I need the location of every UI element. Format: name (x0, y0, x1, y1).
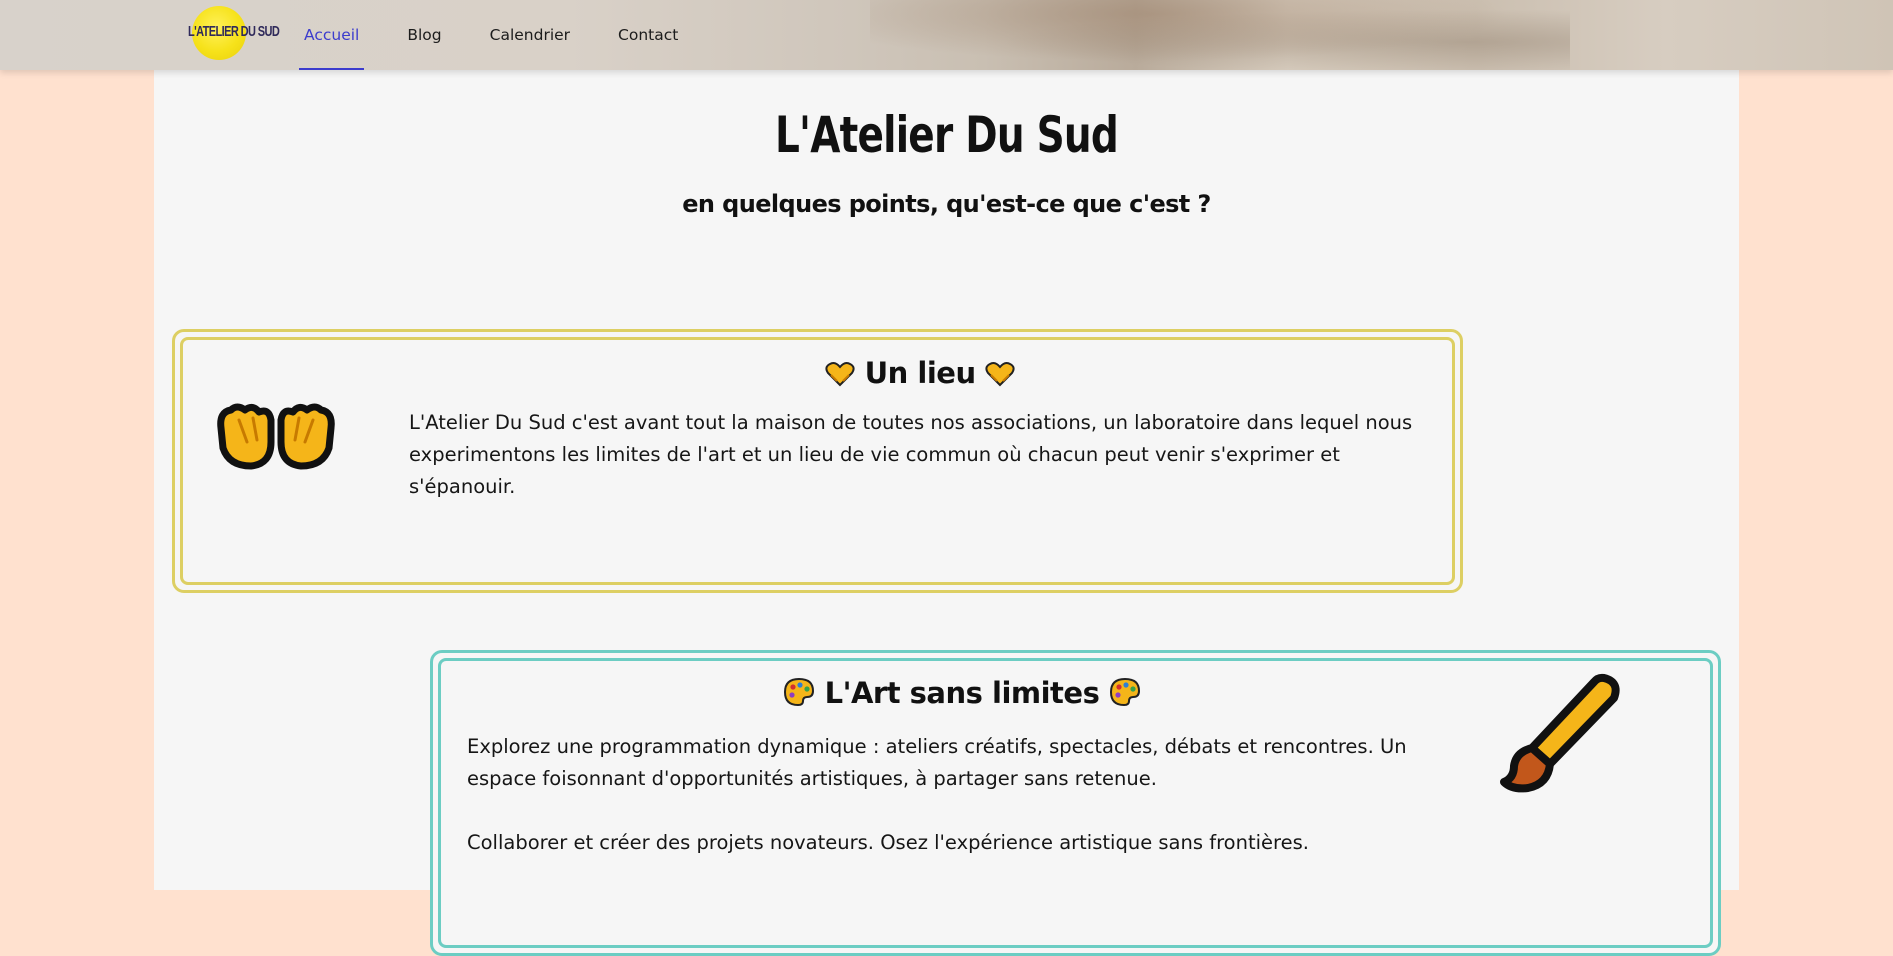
nav-item-accueil[interactable]: Accueil (298, 0, 365, 70)
card-paragraph: Explorez une programmation dynamique : a… (467, 735, 1407, 790)
main-nav: Accueil Blog Calendrier Contact (298, 0, 722, 70)
paintbrush-icon (1492, 672, 1622, 796)
main-content: L'Atelier Du Sud en quelques points, qu'… (154, 70, 1739, 956)
top-navigation-bar: L'ATELIER DU SUD Accueil Blog Calendrier… (0, 0, 1893, 70)
palette-icon (783, 677, 815, 714)
card-title-row: Un lieu (825, 356, 1015, 394)
open-hands-icon (213, 398, 339, 472)
card-paragraph: Collaborer et créer des projets novateur… (467, 831, 1309, 854)
palette-icon (1109, 677, 1141, 714)
card-title: L'Art sans limites (824, 676, 1100, 710)
site-logo[interactable]: L'ATELIER DU SUD (188, 6, 280, 64)
page-title: L'Atelier Du Sud (774, 106, 1119, 164)
card-art-sans-limites: L'Art sans limites Explorez une programm… (430, 650, 1721, 956)
card-paragraph: L'Atelier Du Sud c'est avant tout la mai… (409, 411, 1413, 498)
card-body: L'Atelier Du Sud c'est avant tout la mai… (409, 407, 1419, 503)
logo-text: L'ATELIER DU SUD (188, 24, 280, 40)
card-title: Un lieu (864, 356, 977, 390)
heart-hands-icon (985, 360, 1015, 394)
card-body: Explorez une programmation dynamique : a… (467, 731, 1477, 859)
header-background-image (870, 0, 1570, 70)
page-subtitle: en quelques points, qu'est-ce que c'est … (682, 190, 1211, 218)
nav-item-calendrier[interactable]: Calendrier (486, 0, 574, 70)
nav-item-contact[interactable]: Contact (614, 0, 682, 70)
heart-hands-icon (825, 360, 855, 394)
nav-item-blog[interactable]: Blog (403, 0, 445, 70)
card-un-lieu: Un lieu L'Atelier Du Sud c'est avant tou… (172, 329, 1463, 593)
card-title-row: L'Art sans limites (783, 676, 1141, 714)
